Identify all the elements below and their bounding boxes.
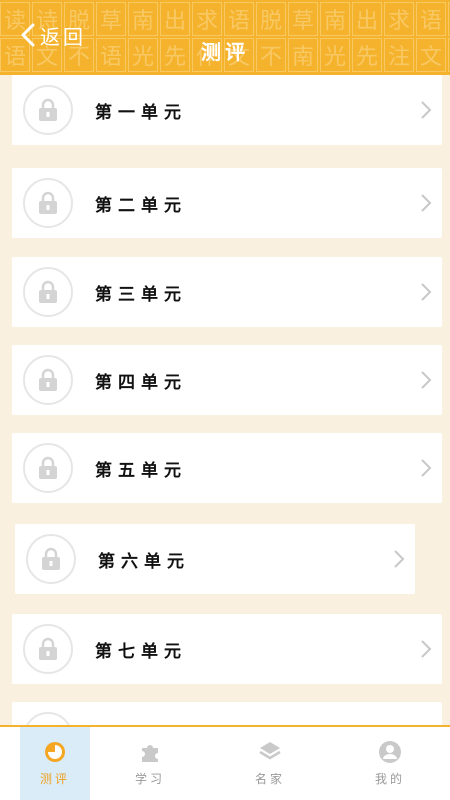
- pattern-glyph: 南: [128, 2, 158, 36]
- unit-item[interactable]: 第六单元: [15, 524, 415, 594]
- lock-icon: [23, 624, 73, 674]
- pattern-glyph: 南: [320, 2, 350, 36]
- chevron-right-icon: [394, 550, 405, 568]
- unit-item[interactable]: 第五单元: [12, 433, 442, 503]
- header-bar: 读诗脱草南出求语脱草南出求语诗语文不语光先作文不南光先注文不 返回 测评: [0, 0, 450, 75]
- unit-label: 第四单元: [95, 372, 187, 393]
- pattern-glyph: 出: [352, 2, 382, 36]
- unit-label: 第三单元: [95, 284, 187, 305]
- pattern-glyph: 出: [160, 2, 190, 36]
- chevron-right-icon: [421, 283, 432, 301]
- unit-label: 第五单元: [95, 460, 187, 481]
- unit-item[interactable]: 第一单元: [12, 75, 442, 145]
- chevron-right-icon: [421, 640, 432, 658]
- pattern-glyph: 求: [192, 2, 222, 36]
- tab-study[interactable]: 学习: [90, 727, 210, 800]
- chevron-right-icon: [421, 371, 432, 389]
- tab-label: 学习: [134, 772, 165, 786]
- unit-item[interactable]: 第三单元: [12, 257, 442, 327]
- lock-icon: [23, 178, 73, 228]
- chevron-right-icon: [421, 459, 432, 477]
- unit-list: 第一单元 第二单元 第三单元 第四单元 第五单元 第六单元 第七单元: [0, 75, 450, 725]
- bottom-nav: 测评 学习 名家 我的: [0, 725, 450, 800]
- lock-icon: [23, 712, 73, 725]
- unit-item[interactable]: 第二单元: [12, 168, 442, 238]
- unit-label: 第二单元: [95, 195, 187, 216]
- pattern-glyph: 求: [384, 2, 414, 36]
- lock-icon: [23, 443, 73, 493]
- unit-item[interactable]: 第七单元: [12, 614, 442, 684]
- lock-icon: [23, 267, 73, 317]
- lock-icon: [26, 534, 76, 584]
- tab-masters[interactable]: 名家: [210, 727, 330, 800]
- tab-label: 名家: [254, 772, 285, 786]
- pattern-glyph: 语: [416, 2, 446, 36]
- tab-mine[interactable]: 我的: [330, 727, 450, 800]
- layers-icon: [259, 742, 281, 760]
- pattern-glyph: 脱: [256, 2, 286, 36]
- chevron-right-icon: [421, 194, 432, 212]
- tab-label: 测评: [39, 772, 70, 786]
- unit-label: 第六单元: [98, 551, 190, 572]
- unit-item[interactable]: [12, 702, 442, 725]
- user-icon: [379, 741, 401, 763]
- lock-icon: [23, 355, 73, 405]
- pattern-glyph: 草: [288, 2, 318, 36]
- unit-item[interactable]: 第四单元: [12, 345, 442, 415]
- puzzle-icon: [142, 745, 158, 762]
- chevron-right-icon: [421, 101, 432, 119]
- unit-label: 第一单元: [95, 102, 187, 123]
- tab-evaluate[interactable]: 测评: [20, 727, 90, 800]
- clock-icon: [45, 742, 65, 762]
- pattern-glyph: 草: [96, 2, 126, 36]
- lock-icon: [23, 85, 73, 135]
- tab-label: 我的: [374, 772, 405, 786]
- unit-label: 第七单元: [95, 641, 187, 662]
- pattern-glyph: 语: [224, 2, 254, 36]
- page-title: 测评: [201, 40, 249, 64]
